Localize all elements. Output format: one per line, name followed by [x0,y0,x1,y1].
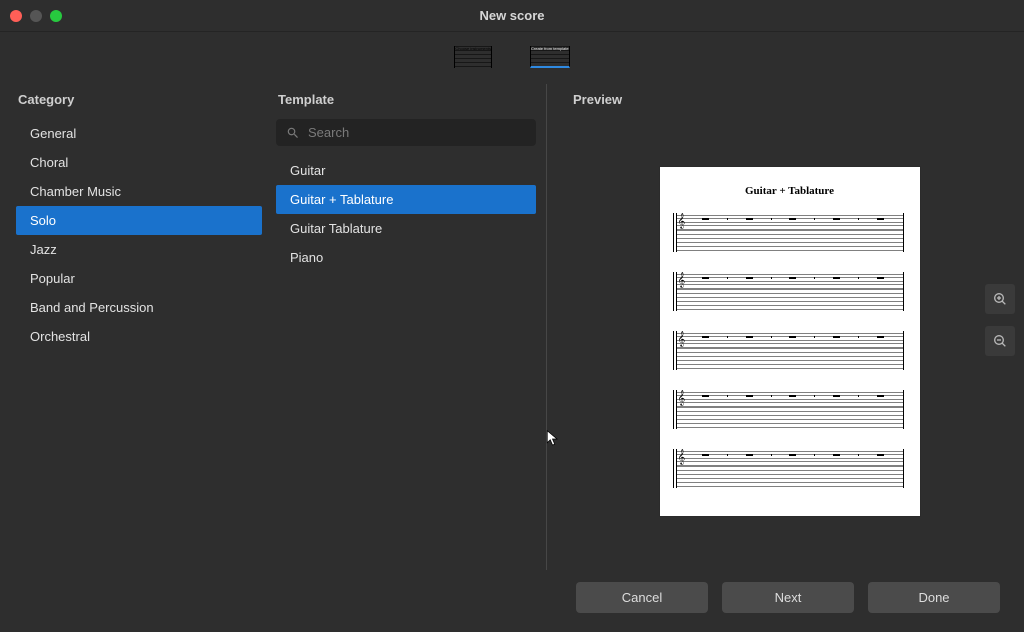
mode-tabs: Choose instruments Create from template [0,32,1024,78]
staff-system: 𝄞 [676,272,904,311]
tab-create-from-template[interactable]: Create from template [530,46,570,68]
minimize-window-button[interactable] [30,10,42,22]
category-heading: Category [18,92,268,107]
template-list: GuitarGuitar + TablatureGuitar Tablature… [276,156,536,272]
preview-heading: Preview [573,92,1008,107]
template-heading: Template [278,92,536,107]
tablature-staff [676,289,904,311]
category-list: GeneralChoralChamber MusicSoloJazzPopula… [16,119,268,351]
template-item[interactable]: Guitar + Tablature [276,185,536,214]
staff-system: 𝄞 [676,331,904,370]
staff-system: 𝄞 [676,390,904,429]
notation-staff: 𝄞 [676,390,904,407]
category-item[interactable]: Band and Percussion [16,293,262,322]
category-column: Category GeneralChoralChamber MusicSoloJ… [12,84,272,570]
category-item[interactable]: Popular [16,264,262,293]
template-item[interactable]: Guitar [276,156,536,185]
notation-staff: 𝄞 [676,449,904,466]
titlebar: New score [0,0,1024,32]
window-title: New score [0,8,1024,23]
close-window-button[interactable] [10,10,22,22]
zoom-in-icon [992,291,1008,307]
window-controls [10,10,62,22]
template-item[interactable]: Guitar Tablature [276,214,536,243]
tablature-staff [676,407,904,429]
zoom-out-icon [992,333,1008,349]
category-item[interactable]: Jazz [16,235,262,264]
staff-system: 𝄞 [676,213,904,252]
tablature-staff [676,466,904,488]
score-page: Guitar + Tablature 𝄞 𝄞 𝄞 𝄞 𝄞 [660,167,920,516]
staff-system: 𝄞 [676,449,904,488]
notation-staff: 𝄞 [676,213,904,230]
zoom-out-button[interactable] [985,326,1015,356]
preview-column: Preview Guitar + Tablature 𝄞 𝄞 𝄞 𝄞 𝄞 [567,84,1012,570]
zoom-in-button[interactable] [985,284,1015,314]
tab-choose-instruments[interactable]: Choose instruments [454,46,492,68]
search-icon [286,126,300,140]
category-item[interactable]: Orchestral [16,322,262,351]
category-item[interactable]: General [16,119,262,148]
search-input[interactable] [308,125,526,140]
category-item[interactable]: Chamber Music [16,177,262,206]
category-item[interactable]: Choral [16,148,262,177]
template-item[interactable]: Piano [276,243,536,272]
category-item[interactable]: Solo [16,206,262,235]
maximize-window-button[interactable] [50,10,62,22]
notation-staff: 𝄞 [676,331,904,348]
zoom-controls [985,284,1015,356]
preview-viewport: Guitar + Tablature 𝄞 𝄞 𝄞 𝄞 𝄞 [571,119,1008,597]
template-column: Template GuitarGuitar + TablatureGuitar … [272,84,547,570]
search-box[interactable] [276,119,536,146]
tablature-staff [676,348,904,370]
tablature-staff [676,230,904,252]
notation-staff: 𝄞 [676,272,904,289]
score-title: Guitar + Tablature [676,185,904,197]
